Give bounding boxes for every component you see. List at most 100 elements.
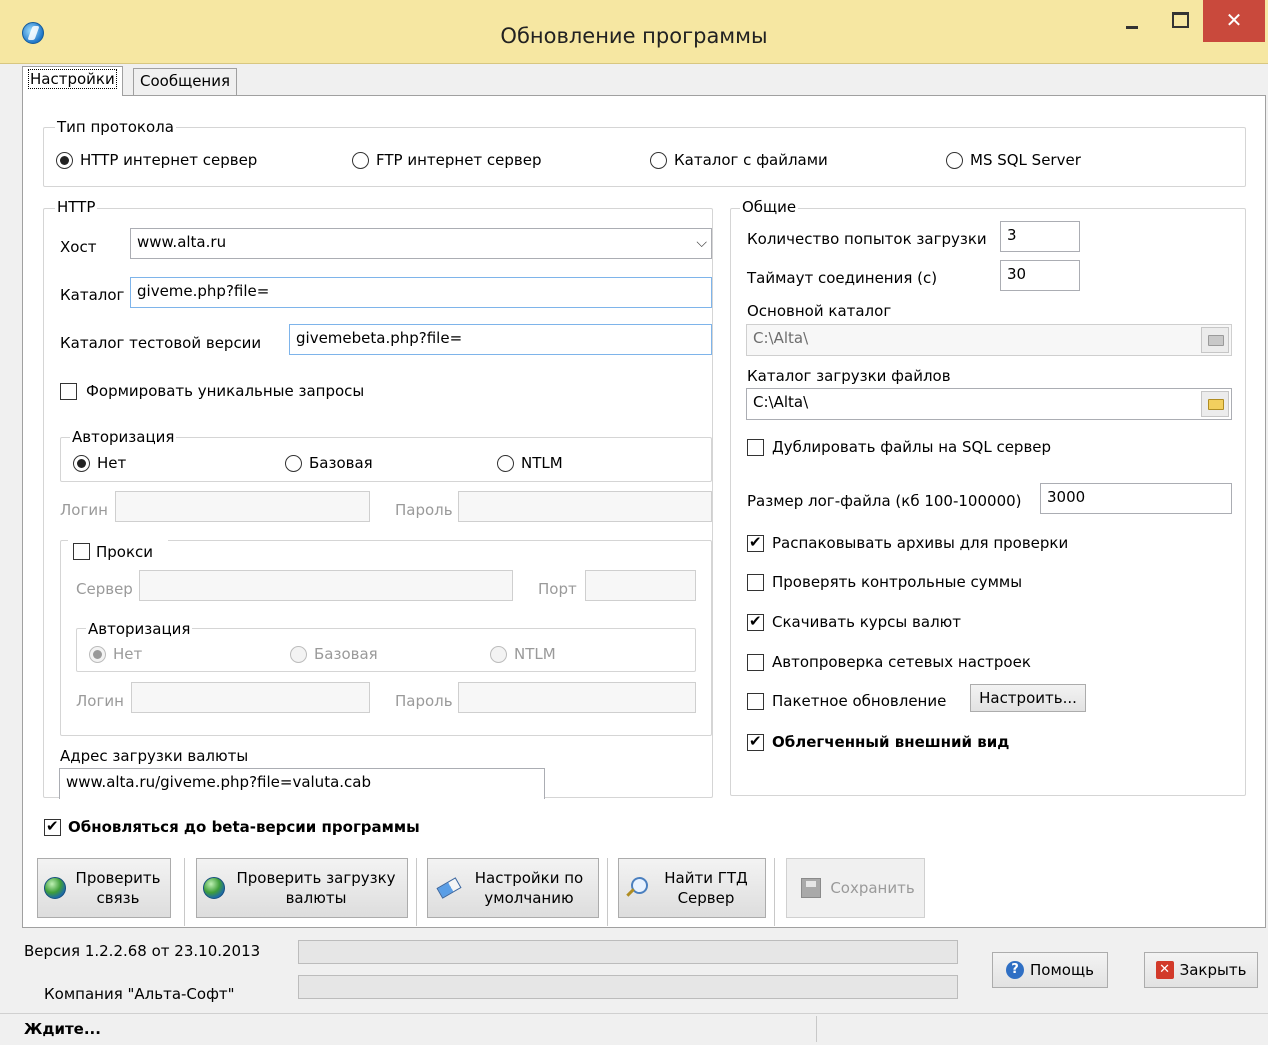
http-auth-ntlm-radio[interactable]	[497, 455, 514, 472]
floppy-disk-icon	[801, 878, 821, 898]
attempts-label: Количество попыток загрузки	[747, 230, 987, 248]
proxy-auth-ntlm-radio[interactable]	[490, 646, 507, 663]
close-window-button[interactable]: ✕	[1203, 0, 1265, 42]
close-icon: ✕	[1155, 961, 1174, 979]
configure-button[interactable]: Настроить...	[970, 684, 1086, 712]
proxy-auth-legend: Авторизация	[86, 620, 193, 638]
status-text: Ждите...	[24, 1020, 101, 1038]
log-size-input[interactable]: 3000	[1040, 483, 1232, 514]
proxy-password-input[interactable]	[458, 682, 696, 713]
unpack-label: Распаковывать архивы для проверки	[772, 534, 1069, 552]
http-auth-none-label: Нет	[97, 454, 127, 472]
find-gtd-server-button[interactable]: Найти ГТД Сервер	[618, 858, 766, 918]
currency-url-label: Адрес загрузки валюты	[60, 747, 249, 765]
timeout-label: Таймаут соединения (с)	[747, 269, 938, 287]
http-auth-ntlm-label: NTLM	[521, 454, 563, 472]
defaults-label-2: умолчанию	[484, 889, 574, 907]
save-button[interactable]: Сохранить	[786, 858, 925, 918]
folder-icon	[1208, 335, 1224, 346]
rates-checkbox[interactable]	[747, 612, 764, 631]
minimize-button[interactable]	[1110, 0, 1154, 42]
main-dir-input[interactable]: C:\Alta\	[746, 324, 1232, 356]
window-title: Обновление программы	[500, 24, 768, 48]
log-size-label: Размер лог-файла (кб 100-100000)	[747, 492, 1022, 510]
protocol-catalog-radio[interactable]	[650, 152, 667, 169]
unpack-checkbox[interactable]	[747, 533, 764, 552]
close-button[interactable]: ✕ Закрыть	[1144, 952, 1258, 988]
beta-checkbox[interactable]	[44, 817, 61, 836]
proxy-checkbox[interactable]	[73, 543, 90, 560]
check-currency-label-2: валюты	[285, 889, 347, 907]
light-view-label: Облегченный внешний вид	[772, 733, 1010, 751]
help-button[interactable]: ? Помощь	[992, 952, 1108, 988]
tab-messages[interactable]: Сообщения	[133, 68, 238, 95]
unique-requests-label: Формировать уникальные запросы	[86, 382, 365, 400]
batch-checkbox[interactable]	[747, 693, 764, 710]
proxy-auth-basic-radio[interactable]	[290, 646, 307, 663]
protocol-http-radio[interactable]	[56, 152, 73, 169]
main-dir-label: Основной каталог	[747, 302, 892, 320]
download-dir-value: C:\Alta\	[753, 393, 809, 411]
defaults-button[interactable]: Настройки по умолчанию	[427, 858, 599, 918]
host-value: www.alta.ru	[137, 233, 227, 251]
eraser-icon	[436, 877, 462, 899]
test-catalog-label: Каталог тестовой версии	[60, 334, 262, 352]
rates-label: Скачивать курсы валют	[772, 613, 962, 631]
proxy-auth-none-radio[interactable]	[89, 646, 106, 663]
autocheck-label: Автопроверка сетевых настроек	[772, 653, 1031, 671]
download-dir-input[interactable]: C:\Alta\	[746, 388, 1232, 420]
title-bar: Обновление программы ✕	[0, 0, 1268, 64]
http-auth-basic-label: Базовая	[309, 454, 373, 472]
check-currency-button[interactable]: Проверить загрузку валюты	[196, 858, 408, 918]
toolbar-separator	[184, 858, 186, 926]
check-connection-label-1: Проверить	[75, 869, 161, 887]
password-input[interactable]	[458, 491, 712, 522]
toolbar-separator	[416, 858, 418, 926]
find-gtd-label-1: Найти ГТД	[664, 869, 748, 887]
progress-bar-1	[298, 940, 958, 964]
proxy-auth-basic-label: Базовая	[314, 645, 378, 663]
batch-label: Пакетное обновление	[772, 692, 947, 710]
attempts-input[interactable]: 3	[1000, 221, 1080, 252]
password-label: Пароль	[395, 501, 453, 519]
catalog-input[interactable]: giveme.php?file=	[130, 277, 712, 308]
main-dir-browse-button[interactable]	[1201, 327, 1229, 353]
tab-settings-label: Настройки	[28, 69, 117, 89]
login-label: Логин	[60, 501, 108, 519]
status-separator	[816, 1016, 817, 1042]
autocheck-checkbox[interactable]	[747, 654, 764, 671]
help-icon: ?	[1006, 961, 1025, 979]
proxy-server-input[interactable]	[139, 570, 513, 601]
http-auth-none-radio[interactable]	[73, 455, 90, 472]
folder-icon	[1208, 399, 1224, 410]
dup-sql-checkbox[interactable]	[747, 439, 764, 456]
login-input[interactable]	[115, 491, 370, 522]
proxy-login-input[interactable]	[131, 682, 370, 713]
tab-messages-label: Сообщения	[140, 72, 231, 90]
checksums-checkbox[interactable]	[747, 574, 764, 591]
maximize-button[interactable]	[1157, 0, 1201, 42]
http-auth-basic-radio[interactable]	[285, 455, 302, 472]
light-view-checkbox[interactable]	[747, 732, 764, 751]
unique-requests-checkbox[interactable]	[60, 383, 77, 400]
currency-url-input[interactable]: www.alta.ru/giveme.php?file=valuta.cab	[59, 768, 545, 799]
dup-sql-label: Дублировать файлы на SQL сервер	[772, 438, 1052, 456]
timeout-input[interactable]: 30	[1000, 260, 1080, 291]
http-legend: HTTP	[55, 198, 98, 216]
protocol-mssql-radio[interactable]	[946, 152, 963, 169]
globe-icon	[44, 877, 66, 899]
check-connection-button[interactable]: Проверить связь	[37, 858, 171, 918]
download-dir-browse-button[interactable]	[1201, 391, 1229, 417]
check-connection-label-2: связь	[96, 889, 140, 907]
host-select[interactable]: www.alta.ru ⌵	[130, 228, 712, 259]
proxy-port-input[interactable]	[585, 570, 696, 601]
version-text: Версия 1.2.2.68 от 23.10.2013	[24, 942, 261, 960]
proxy-password-label: Пароль	[395, 692, 453, 710]
protocol-legend: Тип протокола	[55, 118, 176, 136]
test-catalog-input[interactable]: givemebeta.php?file=	[289, 324, 712, 355]
protocol-ftp-radio[interactable]	[352, 152, 369, 169]
company-text: Компания "Альта-Софт"	[44, 985, 235, 1003]
chevron-down-icon: ⌵	[696, 235, 707, 251]
tab-settings[interactable]: Настройки	[22, 66, 123, 96]
defaults-label-1: Настройки по	[474, 869, 584, 887]
